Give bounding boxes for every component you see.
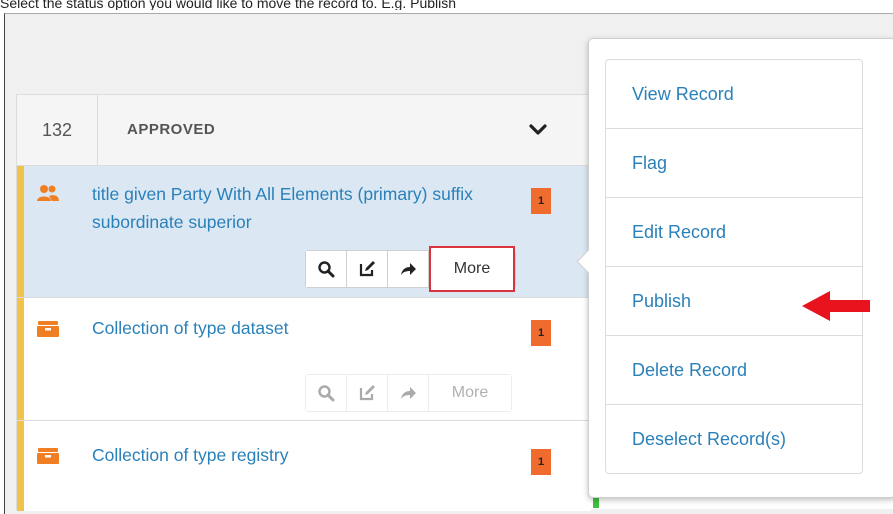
search-icon bbox=[318, 261, 335, 278]
share-button[interactable] bbox=[388, 251, 429, 287]
more-button[interactable]: More bbox=[429, 246, 515, 292]
record-row[interactable]: Collection of type dataset 1 More bbox=[17, 298, 591, 421]
record-title-link[interactable]: Collection of type dataset bbox=[92, 314, 512, 342]
record-title-link[interactable]: Collection of type registry bbox=[92, 441, 512, 469]
collection-box-icon bbox=[37, 321, 59, 337]
chevron-down-icon[interactable] bbox=[529, 121, 547, 139]
party-users-icon bbox=[37, 185, 59, 201]
record-count-badge: 1 bbox=[531, 449, 551, 475]
collection-box-icon bbox=[37, 448, 59, 464]
status-column-header[interactable]: 132 APPROVED bbox=[17, 95, 591, 166]
record-count-badge: 1 bbox=[531, 188, 551, 214]
instruction-caption: Select the status option you would like … bbox=[0, 0, 457, 10]
record-count: 132 bbox=[17, 95, 98, 165]
menu-item-view-record[interactable]: View Record bbox=[606, 60, 862, 129]
share-arrow-icon bbox=[401, 263, 416, 275]
record-row[interactable]: Collection of type registry 1 bbox=[17, 421, 591, 511]
edit-icon bbox=[359, 261, 375, 277]
menu-item-edit-record[interactable]: Edit Record bbox=[606, 198, 862, 267]
record-action-group: More bbox=[305, 246, 516, 292]
record-status-stripe bbox=[17, 166, 24, 297]
share-button[interactable] bbox=[388, 375, 429, 411]
edit-button[interactable] bbox=[347, 251, 388, 287]
record-status-stripe bbox=[17, 421, 24, 511]
view-button[interactable] bbox=[306, 375, 347, 411]
more-actions-dropdown: View Record Flag Edit Record Publish Del… bbox=[576, 38, 893, 498]
menu-item-delete-record[interactable]: Delete Record bbox=[606, 336, 862, 405]
record-count-badge: 1 bbox=[531, 320, 551, 346]
more-button[interactable]: More bbox=[429, 375, 511, 411]
menu-item-flag[interactable]: Flag bbox=[606, 129, 862, 198]
record-row[interactable]: title given Party With All Elements (pri… bbox=[17, 166, 591, 298]
record-status-stripe bbox=[17, 298, 24, 420]
view-button[interactable] bbox=[306, 251, 347, 287]
search-icon bbox=[318, 385, 335, 402]
edit-button[interactable] bbox=[347, 375, 388, 411]
record-title-link[interactable]: title given Party With All Elements (pri… bbox=[92, 180, 512, 236]
share-arrow-icon bbox=[401, 387, 416, 399]
pointer-arrow-icon bbox=[802, 291, 870, 321]
menu-item-deselect-records[interactable]: Deselect Record(s) bbox=[606, 405, 862, 473]
edit-icon bbox=[359, 385, 375, 401]
status-column-panel: 132 APPROVED title given Party With All … bbox=[16, 94, 591, 511]
status-title: APPROVED bbox=[127, 121, 216, 138]
record-action-group: More bbox=[305, 374, 512, 412]
more-actions-menu: View Record Flag Edit Record Publish Del… bbox=[605, 59, 863, 474]
